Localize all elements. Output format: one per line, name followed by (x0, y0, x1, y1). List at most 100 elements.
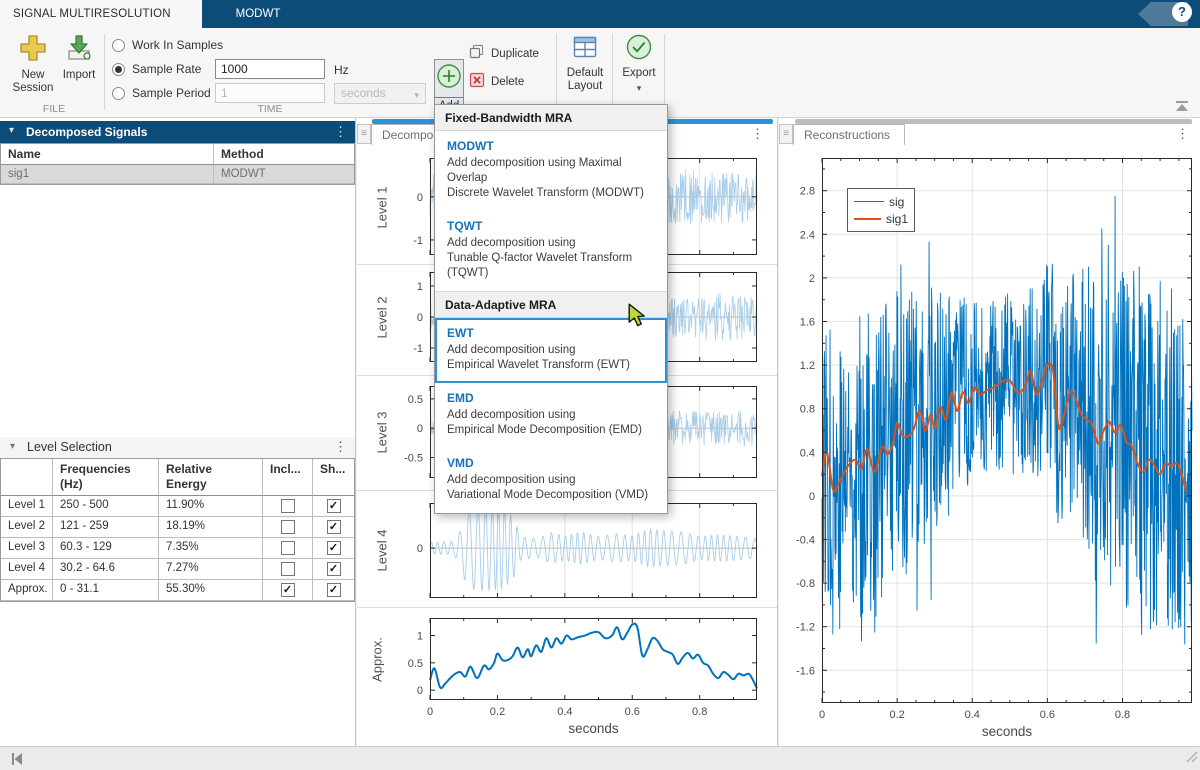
checkbox-checked[interactable]: ✓ (281, 583, 295, 597)
sample-period-unit-select: seconds ▾ (334, 83, 426, 104)
table-row[interactable]: Level 430.2 - 64.67.27%✓ (1, 559, 354, 580)
kebab-menu-icon[interactable]: ⋮ (751, 127, 764, 141)
export-button[interactable]: Export ▾ (616, 33, 662, 92)
decomposed-signals-table: NameMethodsig1MODWT (0, 143, 355, 185)
tab-reconstructions[interactable]: Reconstructions (793, 124, 905, 145)
checkbox-checked[interactable]: ✓ (327, 520, 341, 534)
sample-rate-input[interactable] (215, 59, 325, 79)
kebab-menu-icon[interactable]: ⋮ (1176, 127, 1189, 141)
chevron-down-icon: ▾ (637, 84, 642, 92)
panel-handle-icon[interactable]: ≡ (779, 124, 793, 144)
menu-item-vmd[interactable]: VMDAdd decomposition usingVariational Mo… (435, 448, 667, 513)
menu-item-tqwt[interactable]: TQWTAdd decomposition usingTunable Q-fac… (435, 211, 667, 291)
data-browser-panel (0, 118, 355, 746)
collapse-triangle-icon[interactable]: ▾ (10, 441, 15, 452)
checkbox-checked[interactable]: ✓ (327, 583, 341, 597)
collapse-triangle-icon[interactable]: ▾ (9, 125, 14, 136)
column-header[interactable]: Relative Energy (159, 459, 263, 496)
legend-line-sample (854, 218, 881, 220)
level-label-cell: Level 1 (1, 496, 53, 517)
duplicate-button[interactable]: Duplicate (469, 44, 539, 63)
collapse-toolstrip-button[interactable] (1174, 99, 1190, 117)
svg-text:0.8: 0.8 (800, 404, 815, 416)
delete-button[interactable]: Delete (469, 72, 524, 91)
table-row[interactable]: sig1MODWT (1, 165, 354, 184)
checkbox-checked[interactable]: ✓ (327, 541, 341, 555)
name-column-header[interactable]: Name (1, 144, 214, 165)
approx-axis-label: Approx. (370, 630, 385, 690)
svg-text:0.2: 0.2 (889, 709, 904, 721)
menu-item-title: EMD (447, 391, 657, 405)
import-button[interactable]: Import (57, 33, 101, 82)
menu-item-description: Empirical Mode Decomposition (EMD) (447, 423, 657, 438)
checkbox-checked[interactable]: ✓ (327, 499, 341, 513)
menu-item-description: Discrete Wavelet Transform (MODWT) (447, 186, 657, 201)
kebab-menu-icon[interactable]: ⋮ (334, 440, 347, 454)
level3-axis-label: Level 3 (375, 403, 390, 463)
work-in-samples-radio[interactable]: Work In Samples (112, 38, 223, 52)
radio-icon[interactable] (112, 39, 125, 52)
column-header[interactable]: Incl... (263, 459, 313, 496)
level-selection-header[interactable]: ▾ Level Selection ⋮ (0, 437, 355, 458)
level-label-cell: Level 4 (1, 559, 53, 580)
table-row[interactable]: Level 2121 - 25918.19%✓ (1, 517, 354, 538)
tab-modwt[interactable]: MODWT (202, 0, 314, 28)
collapse-left-icon[interactable] (9, 752, 25, 770)
panel-handle-icon[interactable]: ≡ (357, 124, 371, 144)
checkbox-checked[interactable]: ✓ (327, 562, 341, 576)
sample-period-input (215, 83, 325, 103)
file-section-label: FILE (6, 103, 102, 115)
status-bar (0, 746, 1200, 770)
tab-signal-multiresolution-analyzer[interactable]: SIGNAL MULTIRESOLUTION ANALYZER (0, 0, 202, 28)
new-session-button[interactable]: New Session (8, 33, 58, 95)
approx-plot[interactable]: 00.20.40.60.810.50seconds (430, 618, 757, 700)
kebab-menu-icon[interactable]: ⋮ (334, 125, 347, 139)
panel-splitter[interactable] (777, 118, 778, 746)
svg-text:0.2: 0.2 (490, 706, 505, 718)
legend-entry-sig1[interactable]: sig1 (854, 210, 908, 227)
method-column-header[interactable]: Method (214, 144, 354, 165)
svg-text:0.8: 0.8 (1115, 709, 1130, 721)
reconstructions-plot[interactable]: 00.20.40.60.82.82.421.61.20.80.40-0.4-0.… (822, 158, 1192, 703)
table-row[interactable]: Level 360.3 - 1297.35%✓ (1, 538, 354, 559)
menu-item-description: Variational Mode Decomposition (VMD) (447, 488, 657, 503)
column-header[interactable]: Sh... (313, 459, 354, 496)
checkbox-unchecked[interactable] (281, 520, 295, 534)
question-icon[interactable]: ? (1172, 2, 1192, 22)
plot-legend[interactable]: sigsig1 (847, 188, 915, 232)
signal-name-cell[interactable]: sig1 (1, 165, 214, 184)
signal-method-cell[interactable]: MODWT (214, 165, 354, 184)
signal-multiresolution-analyzer-window: SIGNAL MULTIRESOLUTION ANALYZER MODWT ? … (0, 0, 1200, 770)
svg-text:-1.6: -1.6 (796, 665, 815, 677)
menu-item-title: TQWT (447, 219, 657, 233)
menu-item-modwt[interactable]: MODWTAdd decomposition using Maximal Ove… (435, 131, 667, 211)
default-layout-button[interactable]: Default Layout (560, 33, 610, 93)
menu-item-title: VMD (447, 456, 657, 470)
sample-rate-radio[interactable]: Sample Rate (112, 62, 201, 76)
svg-text:0: 0 (417, 423, 423, 435)
sample-period-radio[interactable]: Sample Period (112, 86, 211, 100)
column-header[interactable]: Frequencies (Hz) (53, 459, 159, 496)
menu-item-emd[interactable]: EMDAdd decomposition usingEmpirical Mode… (435, 383, 667, 448)
checkbox-unchecked[interactable] (281, 562, 295, 576)
column-header[interactable] (1, 459, 53, 496)
panel-splitter[interactable] (355, 118, 356, 746)
menu-item-description: Empirical Wavelet Transform (EWT) (447, 358, 657, 373)
legend-entry-sig[interactable]: sig (854, 193, 908, 210)
svg-text:seconds: seconds (568, 721, 619, 736)
level1-axis-label: Level 1 (375, 178, 390, 238)
checkbox-unchecked[interactable] (281, 541, 295, 555)
radio-selected-icon[interactable] (112, 63, 125, 76)
level4-axis-label: Level 4 (375, 521, 390, 581)
decomposed-signals-header[interactable]: ▾ Decomposed Signals ⋮ (0, 121, 355, 143)
resize-grip-icon[interactable] (1186, 750, 1198, 768)
svg-text:-0.5: -0.5 (404, 452, 423, 464)
radio-icon[interactable] (112, 87, 125, 100)
circle-plus-icon (436, 63, 462, 94)
table-row[interactable]: Level 1250 - 50011.90%✓ (1, 496, 354, 517)
svg-text:-1: -1 (413, 343, 423, 355)
table-row[interactable]: Approx.0 - 31.155.30%✓✓ (1, 580, 354, 601)
level-label-cell: Level 2 (1, 517, 53, 538)
checkbox-unchecked[interactable] (281, 499, 295, 513)
level4-plot[interactable]: 0 (430, 503, 757, 598)
